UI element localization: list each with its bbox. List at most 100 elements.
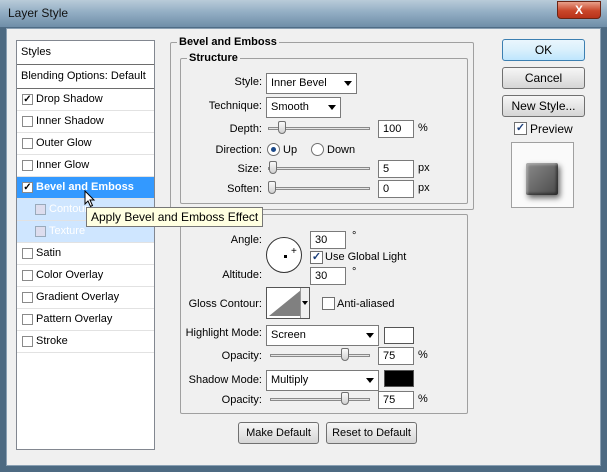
reset-to-default-button[interactable]: Reset to Default <box>326 422 417 444</box>
depth-unit: % <box>418 122 428 134</box>
highlight-mode-value: Screen <box>271 329 306 341</box>
soften-input[interactable]: 0 <box>378 180 414 198</box>
slider-thumb[interactable] <box>268 181 276 194</box>
use-global-light-label: Use Global Light <box>325 251 407 263</box>
mouse-cursor-icon <box>84 190 96 208</box>
angle-dial-center <box>284 255 287 258</box>
satin-checkbox[interactable] <box>22 248 33 259</box>
styles-header[interactable]: Styles <box>17 41 154 65</box>
texture-checkbox[interactable] <box>35 226 46 237</box>
shadow-mode-dropdown[interactable]: Multiply <box>266 370 379 391</box>
style-item-stroke[interactable]: Stroke <box>17 331 154 353</box>
drop-shadow-checkbox[interactable]: ✓ <box>22 94 33 105</box>
structure-title: Structure <box>189 52 238 64</box>
shadow-opacity-label: Opacity: <box>221 394 262 406</box>
direction-up-radio[interactable] <box>267 143 280 156</box>
slider-thumb[interactable] <box>278 121 286 134</box>
chevron-down-icon <box>328 105 336 110</box>
highlight-mode-dropdown[interactable]: Screen <box>266 325 379 346</box>
technique-dropdown-value: Smooth <box>271 101 309 113</box>
bevel-emboss-checkbox[interactable]: ✓ <box>22 182 33 193</box>
gloss-contour-label: Gloss Contour: <box>188 298 262 310</box>
slider-track <box>268 187 370 190</box>
angle-label: Angle: <box>230 234 262 246</box>
shadow-color-swatch[interactable] <box>384 370 414 387</box>
style-item-label: Contour <box>49 203 89 215</box>
direction-label: Direction: <box>215 144 262 156</box>
technique-dropdown[interactable]: Smooth <box>266 97 341 118</box>
slider-thumb[interactable] <box>269 161 277 174</box>
chevron-down-icon[interactable] <box>300 288 309 318</box>
style-item-satin[interactable]: Satin <box>17 243 154 265</box>
ok-button[interactable]: OK <box>502 39 585 61</box>
use-global-light-checkbox[interactable]: ✓ <box>310 251 323 264</box>
soften-slider[interactable] <box>268 181 370 195</box>
highlight-opacity-input[interactable]: 75 <box>378 347 414 365</box>
color-overlay-checkbox[interactable] <box>22 270 33 281</box>
style-item-label: Pattern Overlay <box>36 313 113 325</box>
style-item-inner-glow[interactable]: Inner Glow <box>17 155 154 177</box>
shadow-opacity-input[interactable]: 75 <box>378 391 414 409</box>
highlight-opacity-unit: % <box>418 349 428 361</box>
style-item-label: Inner Shadow <box>36 115 104 127</box>
stroke-checkbox[interactable] <box>22 336 33 347</box>
pattern-overlay-checkbox[interactable] <box>22 314 33 325</box>
altitude-unit: ° <box>352 266 357 278</box>
style-item-label: Satin <box>36 247 62 259</box>
slider-thumb[interactable] <box>341 392 349 405</box>
shadow-opacity-unit: % <box>418 393 428 405</box>
style-item-label: Drop Shadow <box>36 93 103 105</box>
make-default-button[interactable]: Make Default <box>238 422 319 444</box>
highlight-color-swatch[interactable] <box>384 327 414 344</box>
title-bar[interactable]: Layer Style X <box>0 0 607 28</box>
style-item-inner-shadow[interactable]: Inner Shadow <box>17 111 154 133</box>
window-title: Layer Style <box>8 6 69 20</box>
inner-shadow-checkbox[interactable] <box>22 116 33 127</box>
shadow-mode-label: Shadow Mode: <box>188 374 262 386</box>
gradient-overlay-checkbox[interactable] <box>22 292 33 303</box>
depth-input[interactable]: 100 <box>378 120 414 138</box>
cancel-button[interactable]: Cancel <box>502 67 585 89</box>
shadow-opacity-slider[interactable] <box>270 392 370 406</box>
chevron-down-icon <box>344 81 352 86</box>
depth-slider[interactable] <box>268 121 370 135</box>
style-item-label: Stroke <box>36 335 68 347</box>
style-item-label: Outer Glow <box>36 137 92 149</box>
anti-aliased-label: Anti-aliased <box>337 298 395 310</box>
altitude-label: Altitude: <box>222 269 262 281</box>
direction-up-label: Up <box>283 144 298 156</box>
style-item-label: Texture <box>49 225 86 237</box>
size-input[interactable]: 5 <box>378 160 414 178</box>
angle-dial[interactable]: + <box>266 237 302 273</box>
anti-aliased-checkbox[interactable] <box>322 297 335 310</box>
size-slider[interactable] <box>268 161 370 175</box>
blending-options-item[interactable]: Blending Options: Default <box>17 65 154 89</box>
style-label: Style: <box>234 76 262 88</box>
style-item-gradient-overlay[interactable]: Gradient Overlay <box>17 287 154 309</box>
preview-label: Preview <box>530 122 573 136</box>
style-dropdown[interactable]: Inner Bevel <box>266 73 357 94</box>
altitude-input[interactable]: 30 <box>310 267 346 285</box>
close-button[interactable]: X <box>557 1 601 19</box>
style-item-color-overlay[interactable]: Color Overlay <box>17 265 154 287</box>
slider-thumb[interactable] <box>341 348 349 361</box>
outer-glow-checkbox[interactable] <box>22 138 33 149</box>
direction-down-radio[interactable] <box>311 143 324 156</box>
style-item-label: Gradient Overlay <box>36 291 120 303</box>
gloss-contour-picker[interactable] <box>266 287 310 319</box>
style-item-drop-shadow[interactable]: ✓ Drop Shadow <box>17 89 154 111</box>
angle-unit: ° <box>352 230 357 242</box>
preview-checkbox[interactable]: ✓ <box>514 122 527 135</box>
new-style-button[interactable]: New Style... <box>502 95 585 117</box>
highlight-opacity-slider[interactable] <box>270 348 370 362</box>
angle-input[interactable]: 30 <box>310 231 346 249</box>
contour-checkbox[interactable] <box>35 204 46 215</box>
tooltip: Apply Bevel and Emboss Effect <box>86 207 264 227</box>
style-preview <box>511 142 574 208</box>
style-item-label: Inner Glow <box>36 159 90 171</box>
style-item-outer-glow[interactable]: Outer Glow <box>17 133 154 155</box>
style-item-pattern-overlay[interactable]: Pattern Overlay <box>17 309 154 331</box>
technique-label: Technique: <box>208 100 262 112</box>
soften-unit: px <box>418 182 430 194</box>
inner-glow-checkbox[interactable] <box>22 160 33 171</box>
